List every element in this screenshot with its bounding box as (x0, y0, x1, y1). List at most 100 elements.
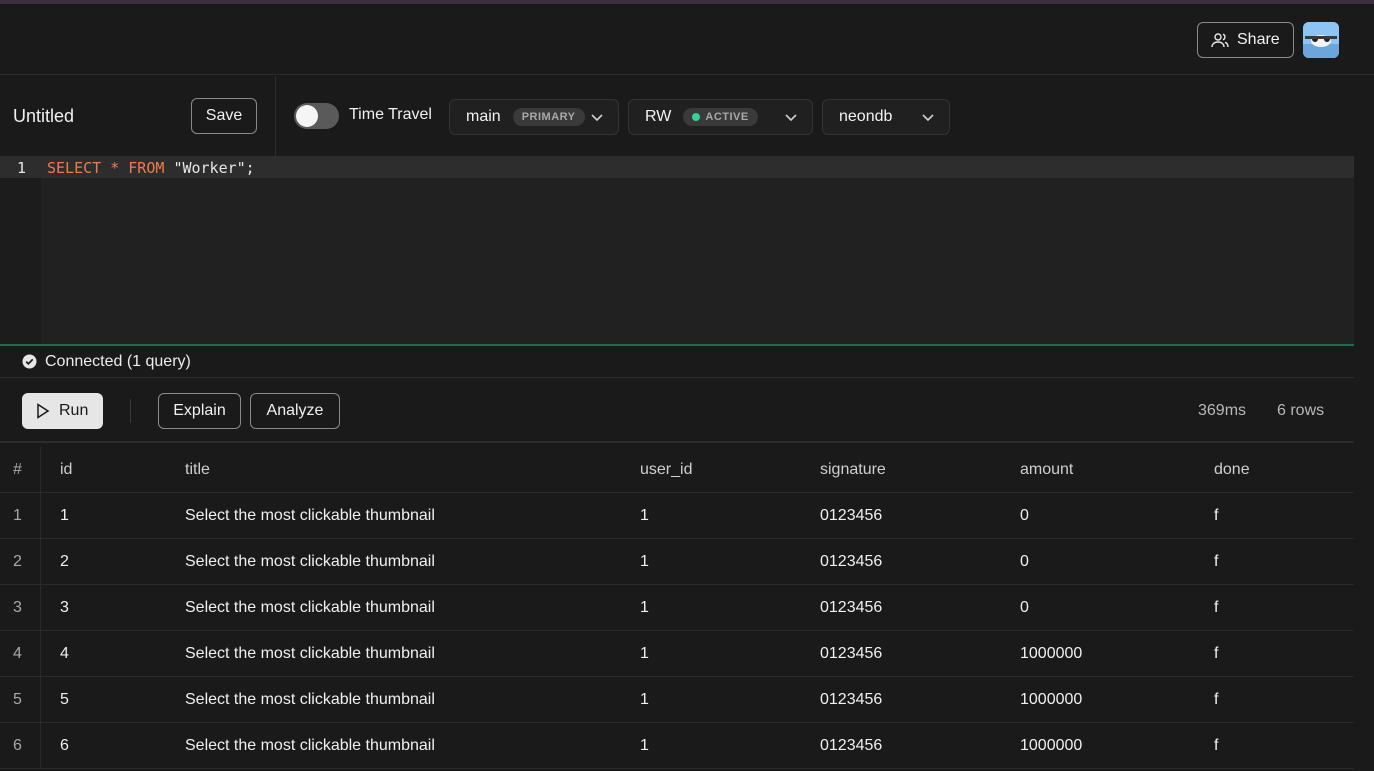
line-number: 1 (17, 159, 27, 177)
header-cell-signature[interactable]: signature (820, 461, 886, 479)
cell-user_id: 1 (640, 507, 649, 524)
cell-user_id: 1 (640, 553, 649, 570)
toolbar-separator (130, 399, 131, 423)
row-index: 2 (13, 553, 22, 570)
database-dropdown[interactable]: neondb (822, 99, 950, 135)
status-dot-icon (692, 113, 701, 121)
keyword-select: SELECT (47, 159, 102, 177)
compute-dropdown[interactable]: RW ACTIVE (628, 99, 813, 135)
branch-dropdown[interactable]: main PRIMARY (449, 99, 619, 135)
table-row[interactable]: 3 3 Select the most clickable thumbnail 1 01… (0, 585, 1354, 631)
explain-button[interactable]: Explain (158, 393, 241, 429)
table-row[interactable]: 5 5 Select the most clickable thumbnail 1 01… (0, 677, 1354, 723)
table-identifier: "Worker"; (173, 159, 255, 177)
cell-done: f (1214, 645, 1219, 662)
row-index-cell: 5 (0, 677, 41, 722)
cell-title: Select the most clickable thumbnail (185, 507, 435, 524)
right-edge (1354, 156, 1374, 771)
cell-amount: 1000000 (1020, 737, 1083, 754)
row-index-cell: 6 (0, 723, 41, 768)
chevron-down-icon (591, 114, 603, 122)
header-cell-user_id[interactable]: user_id (640, 461, 692, 479)
row-index: 1 (13, 507, 22, 524)
branch-name: main (466, 108, 501, 125)
compute-status-badge: ACTIVE (683, 108, 758, 126)
row-index-cell: 1 (0, 493, 41, 538)
save-button[interactable]: Save (191, 98, 257, 134)
header-cell-done[interactable]: done (1214, 461, 1250, 479)
cell-id: 6 (60, 737, 69, 754)
query-duration: 369ms (1198, 402, 1247, 419)
table-row[interactable]: 1 1 Select the most clickable thumbnail 1 01… (0, 493, 1354, 539)
results-table: # id title user_id signature amount done 1 1 Sele… (0, 447, 1354, 769)
line-gutter (0, 156, 41, 344)
cell-id: 2 (60, 553, 69, 570)
share-label: Share (1237, 31, 1280, 48)
toggle-knob (296, 105, 318, 127)
top-bar: Share (0, 4, 1374, 75)
table-header-row: # id title user_id signature amount done (0, 447, 1354, 493)
row-index-cell: 4 (0, 631, 41, 676)
row-index-cell: # (0, 447, 41, 492)
connection-status: Connected (1 query) (0, 346, 1354, 378)
cell-title: Select the most clickable thumbnail (185, 553, 435, 570)
cell-title: Select the most clickable thumbnail (185, 645, 435, 662)
users-icon (1211, 33, 1229, 48)
cell-title: Select the most clickable thumbnail (185, 691, 435, 708)
cell-signature: 0123456 (820, 599, 883, 616)
keyword-from: FROM (128, 159, 165, 177)
cell-signature: 0123456 (820, 553, 883, 570)
analyze-button[interactable]: Analyze (250, 393, 340, 429)
cell-amount: 0 (1020, 599, 1029, 616)
table-row[interactable]: 6 6 Select the most clickable thumbnail 1 01… (0, 723, 1354, 769)
header-cell-title[interactable]: title (185, 461, 210, 479)
table-row[interactable]: 2 2 Select the most clickable thumbnail 1 01… (0, 539, 1354, 585)
row-index: 6 (13, 737, 22, 754)
chevron-down-icon (922, 114, 934, 122)
avatar-image-icon (1303, 22, 1339, 58)
header-cell-id[interactable]: id (60, 461, 72, 479)
row-index: 4 (13, 645, 22, 662)
cell-done: f (1214, 691, 1219, 708)
database-name: neondb (839, 108, 893, 125)
cell-title: Select the most clickable thumbnail (185, 737, 435, 754)
cell-id: 1 (60, 507, 69, 524)
cell-signature: 0123456 (820, 645, 883, 662)
keyword-star: * (110, 159, 120, 177)
header-cell-amount[interactable]: amount (1020, 461, 1073, 479)
avatar[interactable] (1303, 22, 1339, 58)
cell-amount: 0 (1020, 553, 1029, 570)
cell-signature: 0123456 (820, 691, 883, 708)
cell-amount: 0 (1020, 507, 1029, 524)
share-button[interactable]: Share (1197, 22, 1294, 58)
branch-badge: PRIMARY (512, 108, 585, 126)
status-text: Connected (1 query) (45, 352, 191, 370)
cell-id: 4 (60, 645, 69, 662)
cell-title: Select the most clickable thumbnail (185, 599, 435, 616)
cell-id: 5 (60, 691, 69, 708)
row-index-cell: 2 (0, 539, 41, 584)
cell-user_id: 1 (640, 599, 649, 616)
chevron-down-icon (785, 114, 797, 122)
row-index-cell: 3 (0, 585, 41, 630)
cell-done: f (1214, 507, 1219, 524)
cell-user_id: 1 (640, 737, 649, 754)
cell-signature: 0123456 (820, 507, 883, 524)
query-title-pane: Untitled Save (0, 76, 276, 156)
query-title[interactable]: Untitled (13, 106, 74, 127)
sql-code-line[interactable]: SELECT * FROM "Worker"; (47, 159, 255, 177)
action-bar: Run Explain Analyze 369ms 6 rows (0, 379, 1354, 443)
cell-done: f (1214, 599, 1219, 616)
run-button[interactable]: Run (22, 393, 103, 429)
cell-amount: 1000000 (1020, 691, 1083, 708)
cell-signature: 0123456 (820, 737, 883, 754)
run-label: Run (59, 402, 89, 419)
play-icon (37, 403, 50, 419)
editor-toolbar: Untitled Save Time Travel main PRIMARY R… (0, 76, 1374, 156)
time-travel-toggle[interactable] (294, 103, 339, 129)
cell-done: f (1214, 737, 1219, 754)
cell-user_id: 1 (640, 645, 649, 662)
table-row[interactable]: 4 4 Select the most clickable thumbnail 1 01… (0, 631, 1354, 677)
sql-editor[interactable]: 1 SELECT * FROM "Worker"; (0, 156, 1354, 344)
cell-id: 3 (60, 599, 69, 616)
